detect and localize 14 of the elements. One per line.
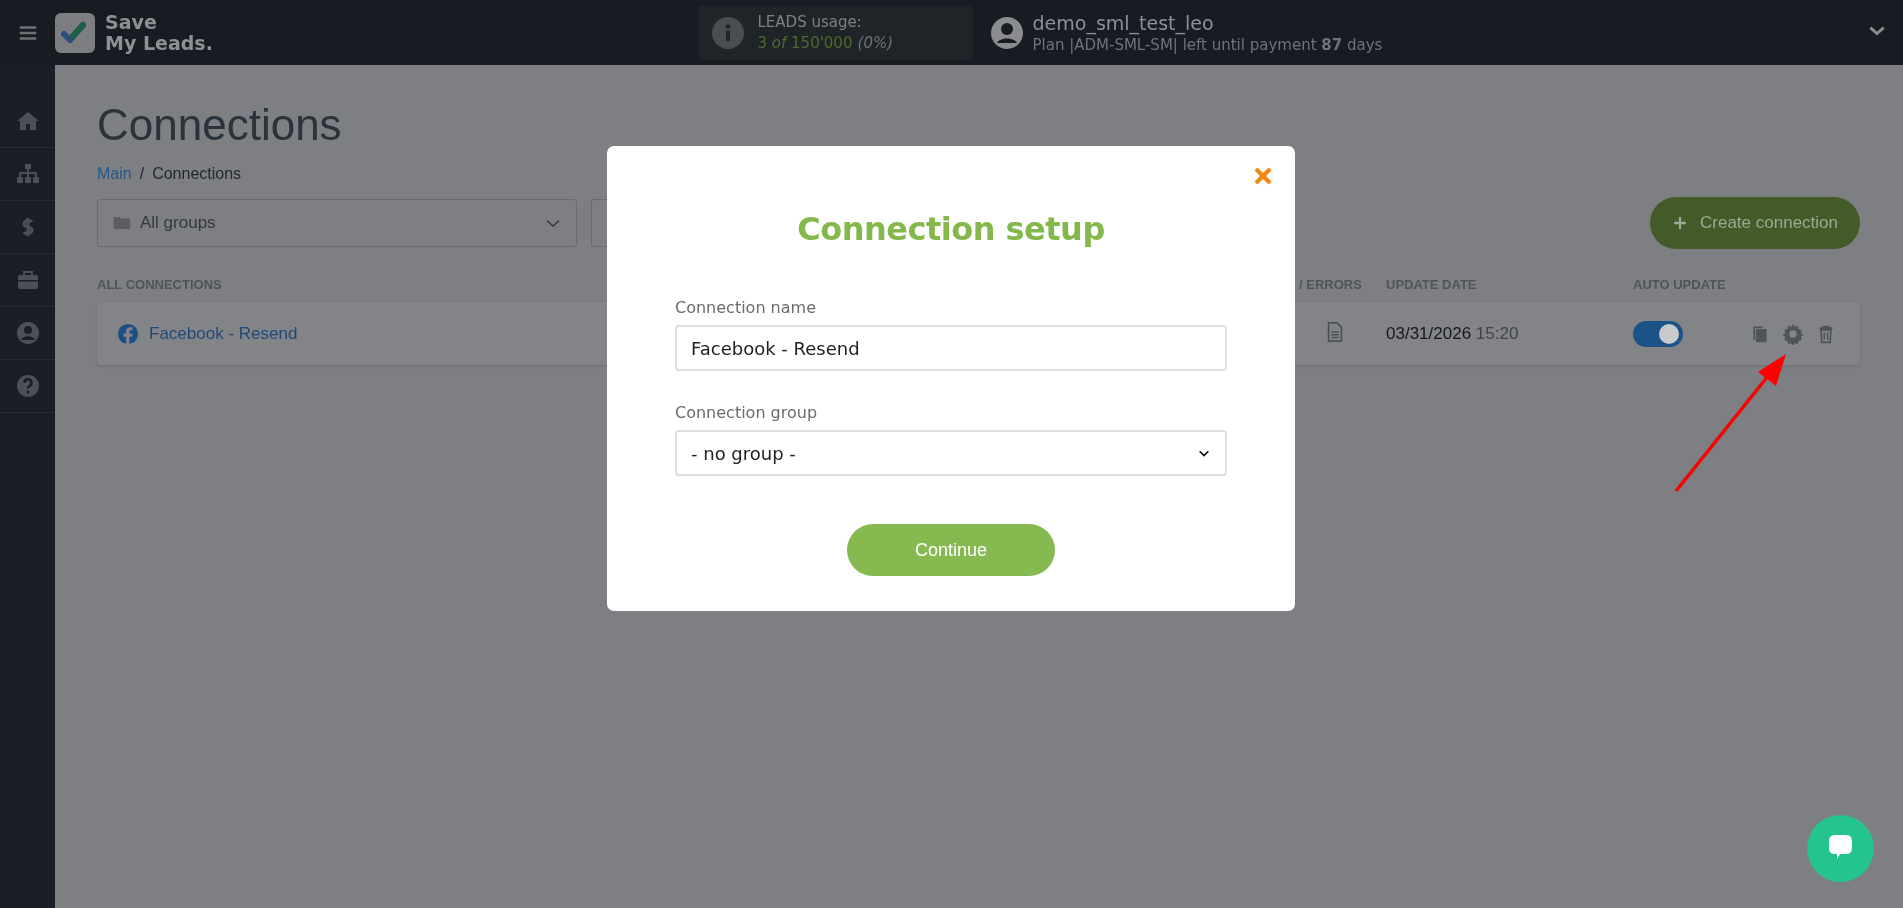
field-label: Connection group xyxy=(675,403,819,422)
usage-count: 3 of 150'000 xyxy=(757,34,853,52)
update-date: 03/31/2026 15:20 xyxy=(1386,323,1520,344)
page-title: Connections xyxy=(97,99,342,151)
logo-text: Save xyxy=(105,11,158,33)
logo-text: My Leads. xyxy=(105,32,213,54)
usage-label: LEADS usage: xyxy=(757,13,863,31)
plan-info: Plan |ADM-SML-SM| left until payment 87 days xyxy=(1032,35,1383,54)
modal-title: Connection setup xyxy=(797,210,1105,248)
user-name: demo_sml_test_leo xyxy=(1032,11,1215,34)
breadcrumb-separator: / xyxy=(139,165,145,183)
usage-percent: (0%) xyxy=(857,34,894,52)
breadcrumb-current: Connections xyxy=(152,165,242,183)
field-label: Connection name xyxy=(675,298,817,317)
